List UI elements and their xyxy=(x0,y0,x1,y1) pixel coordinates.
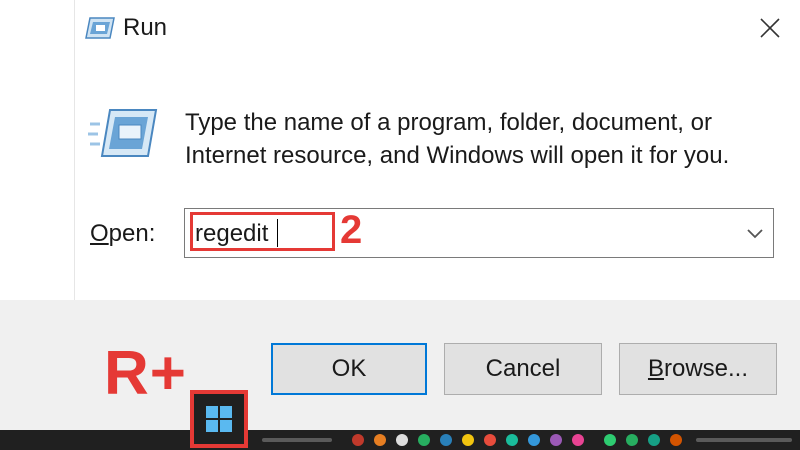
browse-label: rowse... xyxy=(663,355,749,382)
taskbar-app-icon[interactable] xyxy=(418,434,430,446)
instruction-text: Type the name of a program, folder, docu… xyxy=(185,109,730,169)
taskbar-app-icon[interactable] xyxy=(626,434,638,446)
open-label: Open: xyxy=(90,220,155,248)
browse-button[interactable]: Browse... xyxy=(619,343,777,395)
taskbar-search[interactable] xyxy=(262,438,332,442)
taskbar-app-icon[interactable] xyxy=(440,434,452,446)
taskbar-app-icon[interactable] xyxy=(572,434,584,446)
taskbar-app-icon[interactable] xyxy=(374,434,386,446)
system-tray[interactable] xyxy=(696,438,792,442)
cancel-button[interactable]: Cancel xyxy=(444,343,602,395)
open-label-text: pen: xyxy=(108,220,156,247)
background-strip xyxy=(0,0,74,300)
taskbar-app-icon[interactable] xyxy=(396,434,408,446)
taskbar-app-icon[interactable] xyxy=(506,434,518,446)
ok-button[interactable]: OK xyxy=(271,343,427,395)
window-title: Run xyxy=(123,14,168,41)
run-icon xyxy=(84,14,116,42)
start-button[interactable] xyxy=(190,390,248,448)
close-icon xyxy=(760,18,780,38)
annotation-highlight xyxy=(190,212,335,251)
taskbar-app-icon[interactable] xyxy=(648,434,660,446)
step-number-annotation: 2 xyxy=(340,208,363,252)
taskbar-app-icon[interactable] xyxy=(670,434,682,446)
taskbar-app-icon[interactable] xyxy=(528,434,540,446)
taskbar-app-icon[interactable] xyxy=(484,434,496,446)
taskbar-app-icon[interactable] xyxy=(550,434,562,446)
title-bar: Run xyxy=(74,0,800,58)
chevron-down-icon[interactable] xyxy=(745,225,765,241)
taskbar xyxy=(0,430,800,450)
taskbar-app-icon[interactable] xyxy=(604,434,616,446)
browse-accesskey: B xyxy=(647,355,664,382)
run-dialog: Run Type the name of a program, folder, … xyxy=(0,0,800,430)
windows-logo-icon xyxy=(206,406,232,432)
taskbar-app-icon[interactable] xyxy=(352,434,364,446)
close-button[interactable] xyxy=(750,8,790,48)
taskbar-app-icon[interactable] xyxy=(462,434,474,446)
open-label-accesskey: O xyxy=(90,220,109,247)
run-icon xyxy=(88,104,158,164)
keyboard-hint-annotation: R+ xyxy=(104,339,187,408)
